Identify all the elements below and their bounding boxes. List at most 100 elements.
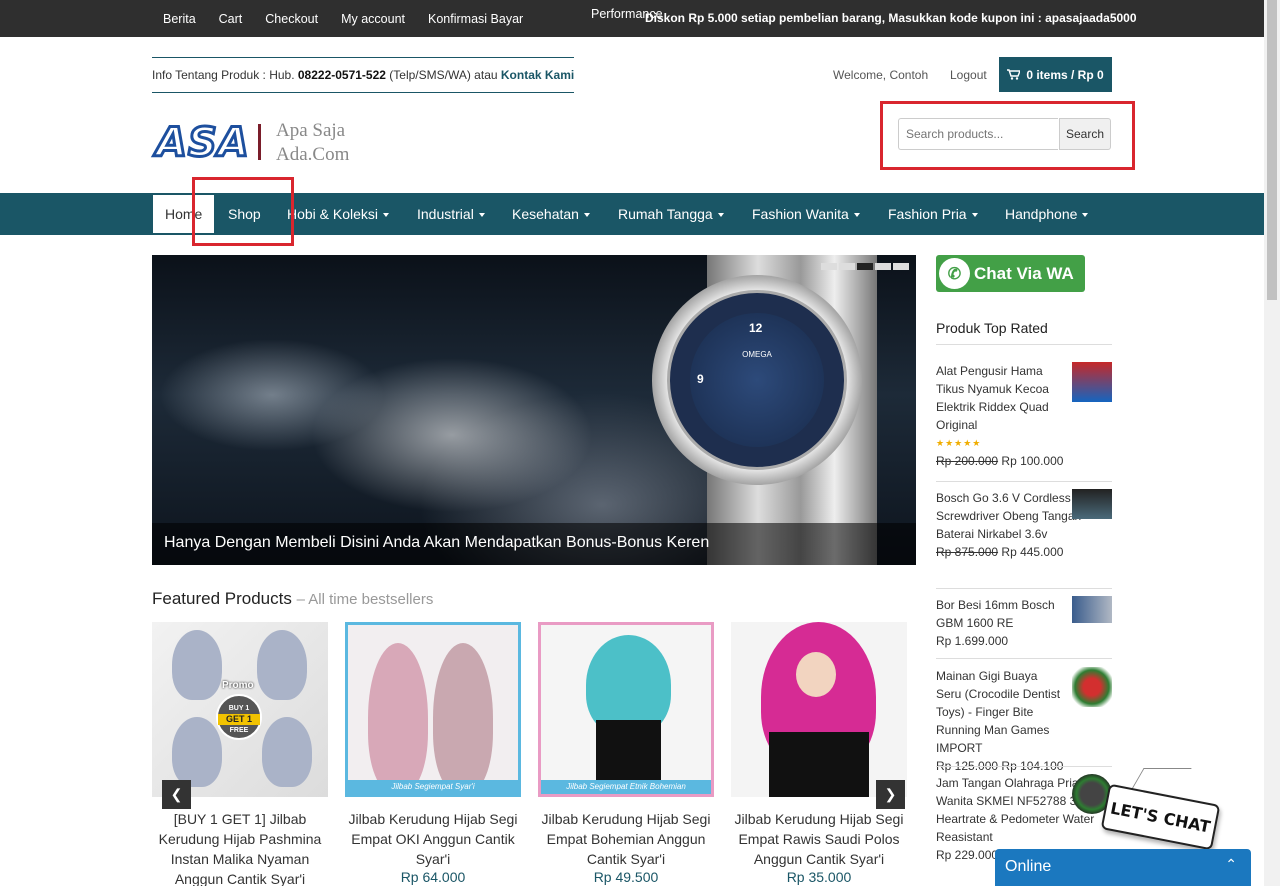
contact-link[interactable]: Kontak Kami bbox=[501, 68, 574, 82]
old-price: Rp 875.000 bbox=[936, 545, 999, 559]
scrollbar-thumb[interactable] bbox=[1267, 0, 1277, 300]
product-image-2[interactable]: Jilbab Segiempat Syar'i bbox=[345, 622, 521, 797]
slider-dot-3[interactable] bbox=[857, 263, 873, 270]
hero-slider[interactable]: 12 9 OMEGA bbox=[152, 255, 916, 565]
rating-stars: ★★★★★ bbox=[936, 438, 982, 448]
crocodile-toy-thumbnail[interactable] bbox=[1072, 667, 1112, 707]
buy1get1-badge: BUY 1 GET 1 FREE bbox=[216, 694, 262, 740]
screwdriver-thumbnail[interactable] bbox=[1072, 489, 1112, 519]
cart-icon bbox=[1007, 69, 1021, 80]
product-price-3: Rp 49.500 bbox=[593, 869, 659, 885]
online-label: Online bbox=[1005, 858, 1052, 875]
old-price: Rp 200.000 bbox=[936, 454, 999, 468]
logo-text-line1: Apa Saja bbox=[276, 120, 346, 141]
drill-thumbnail[interactable] bbox=[1072, 596, 1112, 623]
cart-button[interactable]: 0 items / Rp 0 bbox=[999, 57, 1112, 92]
top-link-checkout[interactable]: Checkout bbox=[265, 12, 318, 26]
slider-dots bbox=[821, 263, 909, 270]
chevron-down-icon bbox=[383, 213, 390, 218]
sale-price: Rp 445.000 bbox=[1001, 545, 1064, 559]
riddex-thumbnail[interactable] bbox=[1072, 362, 1112, 402]
product-image-label-2: Jilbab Segiempat Syar'i bbox=[391, 782, 475, 791]
dial-numeral-9: 9 bbox=[697, 372, 704, 386]
product-image-1[interactable]: Promo BUY 1 GET 1 FREE bbox=[152, 622, 328, 797]
top-rated-item-1[interactable]: Alat Pengusir Hama Tikus Nyamuk Kecoa El… bbox=[936, 362, 1112, 470]
product-name-3[interactable]: Jilbab Kerudung Hijab Segi Empat Bohemia… bbox=[538, 809, 714, 869]
badge-line-2: GET 1 bbox=[218, 714, 260, 725]
slider-dot-1[interactable] bbox=[821, 263, 837, 270]
site-logo[interactable]: ASA Apa Saja Ada.Com bbox=[155, 118, 366, 170]
slider-dot-2[interactable] bbox=[839, 263, 855, 270]
top-rated-item-3[interactable]: Bor Besi 16mm Bosch GBM 1600 RE Rp 1.699… bbox=[936, 596, 1112, 650]
whatsapp-label: Chat Via WA bbox=[974, 263, 1074, 283]
model-figure bbox=[172, 630, 222, 700]
online-chat-bar[interactable]: Online ⌃ bbox=[995, 849, 1251, 886]
lets-chat-sign[interactable]: LET'S CHAT bbox=[1100, 783, 1221, 851]
product-card-3[interactable]: Jilbab Segiempat Etnik Bohemian Jilbab K… bbox=[538, 622, 714, 885]
divider bbox=[936, 588, 1112, 589]
page-scrollbar[interactable] bbox=[1264, 0, 1280, 886]
chevron-down-icon bbox=[971, 213, 978, 218]
slider-dot-5[interactable] bbox=[893, 263, 909, 270]
chevron-down-icon bbox=[583, 213, 590, 218]
model-figure bbox=[262, 717, 312, 787]
nav-rumah-label: Rumah Tangga bbox=[618, 206, 713, 222]
top-rated-title: Produk Top Rated bbox=[936, 320, 1112, 345]
chevron-down-icon bbox=[478, 213, 485, 218]
top-rated-name-1[interactable]: Alat Pengusir Hama Tikus Nyamuk Kecoa El… bbox=[936, 362, 1066, 434]
top-nav: Berita Cart Checkout My account Konfirma… bbox=[163, 0, 546, 37]
top-rated-price-1: Rp 200.000 Rp 100.000 bbox=[936, 452, 1112, 470]
product-card-2[interactable]: Jilbab Segiempat Syar'i Jilbab Kerudung … bbox=[345, 622, 521, 885]
nav-industrial[interactable]: Industrial bbox=[417, 206, 485, 222]
slider-dot-4[interactable] bbox=[875, 263, 891, 270]
top-rated-name-3[interactable]: Bor Besi 16mm Bosch GBM 1600 RE bbox=[936, 596, 1066, 632]
top-link-berita[interactable]: Berita bbox=[163, 12, 196, 26]
nav-kesehatan-label: Kesehatan bbox=[512, 206, 579, 222]
whatsapp-chat-button[interactable]: ✆ Chat Via WA bbox=[936, 255, 1085, 292]
model-body bbox=[769, 732, 869, 797]
product-card-1[interactable]: Promo BUY 1 GET 1 FREE [BUY 1 GET 1] Jil… bbox=[152, 622, 328, 886]
nav-hobi-koleksi[interactable]: Hobi & Koleksi bbox=[287, 206, 390, 222]
nav-fashion-pria[interactable]: Fashion Pria bbox=[888, 206, 978, 222]
watch-brand-text: OMEGA bbox=[742, 350, 772, 359]
nav-kesehatan[interactable]: Kesehatan bbox=[512, 206, 590, 222]
main-nav: Home Shop Hobi & Koleksi Industrial Kese… bbox=[0, 193, 1264, 235]
info-prefix: Info Tentang Produk : Hub. bbox=[152, 68, 298, 82]
top-link-my-account[interactable]: My account bbox=[341, 12, 405, 26]
chevron-up-icon[interactable]: ⌃ bbox=[1225, 856, 1237, 873]
model-figure bbox=[368, 643, 428, 793]
nav-handphone[interactable]: Handphone bbox=[1005, 206, 1089, 222]
carousel-prev-button[interactable]: ❮ bbox=[162, 780, 191, 809]
phone-number: 08222-0571-522 bbox=[297, 68, 386, 82]
chevron-right-icon: ❯ bbox=[884, 786, 897, 802]
product-name-2[interactable]: Jilbab Kerudung Hijab Segi Empat OKI Ang… bbox=[345, 809, 521, 869]
top-rated-name-4[interactable]: Mainan Gigi Buaya Seru (Crocodile Dentis… bbox=[936, 667, 1066, 757]
carousel-next-button[interactable]: ❯ bbox=[876, 780, 905, 809]
top-rated-item-2[interactable]: Bosch Go 3.6 V Cordless Screwdriver Oben… bbox=[936, 489, 1112, 561]
logout-link[interactable]: Logout bbox=[950, 68, 987, 82]
chevron-left-icon: ❮ bbox=[170, 786, 183, 802]
nav-fashion-wanita[interactable]: Fashion Wanita bbox=[752, 206, 860, 222]
model-figure bbox=[257, 630, 307, 700]
product-card-4[interactable]: Jilbab Kerudung Hijab Segi Empat Rawis S… bbox=[731, 622, 907, 885]
divider bbox=[936, 658, 1112, 659]
product-name-1[interactable]: [BUY 1 GET 1] Jilbab Kerudung Hijab Pash… bbox=[152, 809, 328, 886]
nav-hobi-label: Hobi & Koleksi bbox=[287, 206, 379, 222]
nav-handphone-label: Handphone bbox=[1005, 206, 1078, 222]
chevron-down-icon bbox=[717, 213, 724, 218]
model-figure bbox=[433, 643, 493, 793]
top-link-cart[interactable]: Cart bbox=[219, 12, 243, 26]
model-body bbox=[596, 720, 661, 785]
product-name-4[interactable]: Jilbab Kerudung Hijab Segi Empat Rawis S… bbox=[731, 809, 907, 869]
nav-fpria-label: Fashion Pria bbox=[888, 206, 967, 222]
search-highlight-box bbox=[880, 101, 1135, 170]
nav-rumah-tangga[interactable]: Rumah Tangga bbox=[618, 206, 724, 222]
model-face bbox=[796, 652, 836, 697]
contact-info: Info Tentang Produk : Hub. 08222-0571-52… bbox=[152, 57, 574, 93]
nav-fwanita-label: Fashion Wanita bbox=[752, 206, 849, 222]
top-link-konfirmasi-bayar[interactable]: Konfirmasi Bayar bbox=[428, 12, 523, 26]
product-image-4[interactable] bbox=[731, 622, 907, 797]
top-rated-item-4[interactable]: Mainan Gigi Buaya Seru (Crocodile Dentis… bbox=[936, 667, 1112, 775]
sale-price: Rp 100.000 bbox=[1001, 454, 1064, 468]
product-image-3[interactable]: Jilbab Segiempat Etnik Bohemian bbox=[538, 622, 714, 797]
